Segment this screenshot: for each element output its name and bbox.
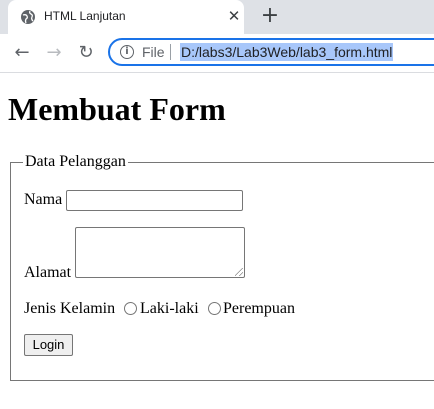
tab-strip: HTML Lanjutan ✕ + bbox=[0, 0, 434, 34]
page-heading: Membuat Form bbox=[8, 91, 226, 127]
new-tab-icon[interactable]: + bbox=[258, 4, 282, 28]
close-tab-icon[interactable]: ✕ bbox=[224, 6, 244, 26]
radio-laki-laki[interactable] bbox=[124, 302, 137, 315]
alamat-label: Alamat bbox=[24, 264, 72, 281]
fieldset-legend: Data Pelanggan bbox=[25, 153, 126, 170]
tab-title: HTML Lanjutan bbox=[44, 9, 126, 23]
nama-label: Nama bbox=[24, 191, 63, 208]
nama-input[interactable] bbox=[66, 190, 243, 211]
browser-toolbar: ← → ↻ i File D:/labs3/Lab3Web/lab3_form.… bbox=[0, 34, 434, 73]
back-arrow-icon[interactable]: ← bbox=[10, 41, 34, 65]
page-content: Membuat Form Data Pelanggan Nama Alamat … bbox=[0, 73, 434, 409]
reload-icon[interactable]: ↻ bbox=[74, 41, 98, 65]
gender-label: Jenis Kelamin bbox=[24, 300, 116, 317]
address-divider bbox=[170, 44, 171, 60]
globe-icon bbox=[20, 9, 36, 25]
resize-grip-icon[interactable] bbox=[235, 268, 243, 276]
url-text[interactable]: D:/labs3/Lab3Web/lab3_form.html bbox=[180, 43, 394, 61]
login-button[interactable]: Login bbox=[24, 334, 73, 356]
radio-label-laki-laki: Laki-laki bbox=[140, 300, 199, 317]
site-scheme-label: File bbox=[142, 44, 165, 60]
radio-perempuan[interactable] bbox=[208, 302, 221, 315]
address-bar[interactable]: i File D:/labs3/Lab3Web/lab3_form.html bbox=[108, 38, 434, 66]
alamat-textarea[interactable] bbox=[75, 227, 245, 278]
info-icon[interactable]: i bbox=[120, 45, 134, 59]
tab-html-lanjutan[interactable]: HTML Lanjutan ✕ bbox=[8, 0, 244, 34]
radio-label-perempuan: Perempuan bbox=[223, 300, 295, 317]
forward-arrow-icon[interactable]: → bbox=[42, 41, 66, 65]
